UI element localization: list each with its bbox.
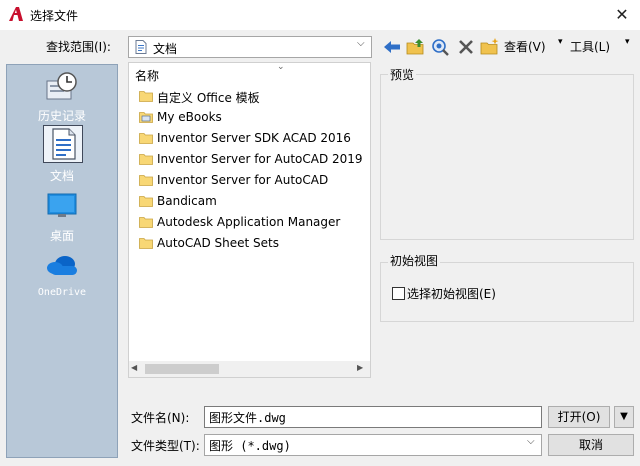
history-icon[interactable] — [45, 71, 79, 103]
list-item[interactable]: 自定义 Office 模板 — [137, 87, 365, 107]
place-desktop-label[interactable]: 桌面 — [7, 227, 117, 244]
chevron-down-icon: ⌵ — [357, 38, 365, 49]
preview-label: 预览 — [388, 66, 417, 83]
initial-view-label: 初始视图 — [388, 252, 441, 269]
file-list[interactable]: 名称 ⌄ 自定义 Office 模板 My eBooks Inventor Se… — [128, 62, 371, 378]
filename-input[interactable]: 图形文件.dwg — [204, 406, 542, 428]
list-item[interactable]: Inventor Server for AutoCAD 2019 — [137, 150, 365, 170]
folder-icon — [139, 133, 153, 144]
initial-view-checkbox[interactable] — [392, 287, 405, 300]
horizontal-scrollbar[interactable]: ◀ ▶ — [129, 361, 370, 377]
preview-panel — [380, 74, 634, 240]
open-button[interactable]: 打开(O) — [548, 406, 610, 428]
folder-icon — [139, 175, 153, 186]
view-menu-button[interactable]: 查看(V) — [504, 38, 546, 55]
close-button[interactable]: ✕ — [604, 0, 640, 30]
scroll-left-arrow-icon[interactable]: ◀ — [131, 363, 137, 372]
tools-menu-button[interactable]: 工具(L) — [570, 38, 610, 55]
folder-icon — [139, 238, 153, 249]
chevron-down-icon: ⌵ — [527, 436, 535, 447]
open-dropdown-icon[interactable]: ▼ — [614, 406, 634, 428]
place-onedrive-label[interactable]: OneDrive — [7, 287, 117, 298]
title-bar — [0, 0, 640, 30]
window-title: 选择文件 — [30, 9, 79, 23]
folder-icon — [139, 217, 153, 228]
new-folder-icon[interactable] — [480, 37, 500, 57]
file-name: 自定义 Office 模板 — [157, 91, 260, 105]
file-name: Inventor Server for AutoCAD 2019 — [157, 152, 363, 166]
scroll-thumb[interactable] — [145, 364, 219, 374]
document-icon — [135, 40, 147, 54]
back-icon[interactable] — [382, 37, 402, 57]
delete-icon[interactable] — [456, 37, 476, 57]
place-documents-label[interactable]: 文档 — [7, 167, 117, 184]
search-web-icon[interactable] — [430, 37, 450, 57]
file-name: Inventor Server for AutoCAD — [157, 173, 329, 187]
places-bar: 历史记录 文档 桌面 OneDrive — [6, 64, 118, 458]
place-history-label[interactable]: 历史记录 — [7, 107, 117, 124]
list-item[interactable]: Inventor Server SDK ACAD 2016 — [137, 129, 365, 149]
autocad-logo-icon — [9, 7, 23, 21]
file-name: Autodesk Application Manager — [157, 215, 341, 229]
documents-icon — [52, 128, 76, 160]
filetype-label: 文件类型(T): — [131, 439, 200, 453]
view-dropdown-icon[interactable]: ▾ — [558, 37, 563, 47]
list-item[interactable]: Bandicam — [137, 192, 365, 212]
scroll-right-arrow-icon[interactable]: ▶ — [357, 363, 363, 372]
lookin-label: 查找范围(I): — [46, 40, 111, 54]
ebook-folder-icon — [139, 112, 153, 123]
up-folder-icon[interactable] — [406, 37, 426, 57]
folder-icon — [139, 154, 153, 165]
place-documents-selected[interactable] — [43, 125, 83, 163]
file-name: Bandicam — [157, 194, 217, 208]
column-header-name[interactable]: 名称 — [135, 67, 159, 84]
onedrive-icon[interactable] — [45, 253, 79, 277]
list-item[interactable]: AutoCAD Sheet Sets — [137, 234, 365, 254]
list-item[interactable]: My eBooks — [137, 108, 365, 128]
cancel-button[interactable]: 取消 — [548, 434, 634, 456]
file-name: AutoCAD Sheet Sets — [157, 236, 279, 250]
sort-chevron-icon: ⌄ — [277, 62, 285, 72]
file-name: Inventor Server SDK ACAD 2016 — [157, 131, 351, 145]
file-name: My eBooks — [157, 110, 222, 124]
lookin-dropdown[interactable]: 文档 ⌵ — [128, 36, 372, 58]
list-item[interactable]: Inventor Server for AutoCAD — [137, 171, 365, 191]
tools-dropdown-icon[interactable]: ▾ — [625, 37, 630, 47]
initial-view-checkbox-label[interactable]: 选择初始视图(E) — [407, 285, 496, 302]
filetype-value: 图形 (*.dwg) — [209, 439, 291, 453]
folder-icon — [139, 91, 153, 102]
lookin-value: 文档 — [153, 42, 178, 56]
list-item[interactable]: Autodesk Application Manager — [137, 213, 365, 233]
filetype-dropdown[interactable]: 图形 (*.dwg) ⌵ — [204, 434, 542, 456]
desktop-icon[interactable] — [47, 193, 77, 219]
filename-label: 文件名(N): — [131, 411, 190, 425]
folder-icon — [139, 196, 153, 207]
